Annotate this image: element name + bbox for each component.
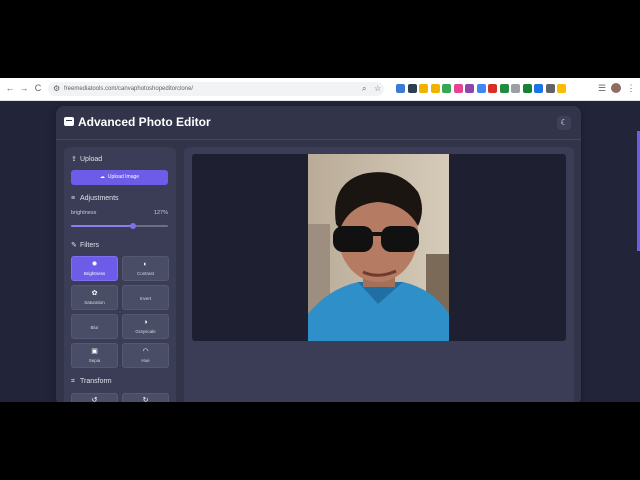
- portrait-photo-image: [308, 154, 449, 341]
- slider-fill: [71, 225, 134, 227]
- extension-icon[interactable]: [419, 84, 428, 93]
- rotate-right-button[interactable]: ↻: [122, 393, 169, 402]
- rotate-left-button[interactable]: ↺: [71, 393, 118, 402]
- filter-label: Sepia: [88, 358, 101, 363]
- video-letterbox-bottom: [0, 402, 640, 480]
- profile-avatar[interactable]: [611, 83, 621, 93]
- edited-photo[interactable]: [308, 154, 449, 341]
- palette-icon: ✿: [91, 290, 98, 297]
- transform-section-title: ⌗ Transform: [71, 378, 112, 385]
- filter-label: Invert: [139, 296, 152, 301]
- sidebar: ⇪ Upload ☁ Upload Image ≡ Adjustments brigh…: [64, 147, 176, 402]
- address-bar[interactable]: ⚙ freemediatools.com/canvaphotoshopedito…: [48, 82, 384, 96]
- upload-image-button[interactable]: ☁ Upload Image: [71, 170, 168, 185]
- halftone-icon: ◑: [143, 319, 148, 326]
- filter-sepia-button[interactable]: ▣ Sepia: [71, 343, 118, 368]
- filter-hue-button[interactable]: ◠ Hue: [122, 343, 169, 368]
- extension-icon[interactable]: [545, 84, 555, 93]
- sun-icon: ✹: [91, 261, 98, 268]
- filters-section-title: ✎ Filters: [71, 242, 100, 249]
- extension-icon[interactable]: [465, 84, 474, 93]
- extension-icon[interactable]: [407, 84, 417, 93]
- reload-icon[interactable]: C: [33, 83, 43, 93]
- extension-icon[interactable]: [511, 84, 520, 93]
- canvas-panel: [184, 147, 574, 402]
- url-text[interactable]: freemediatools.com/canvaphotoshopeditorc…: [64, 84, 193, 94]
- upload-icon: ⇪: [71, 156, 77, 163]
- extension-icon[interactable]: [499, 84, 509, 93]
- adjustment-label: brightness: [71, 210, 97, 216]
- filter-brightness-button[interactable]: ✹ Brightness: [71, 256, 118, 281]
- site-settings-icon[interactable]: ⚙: [53, 84, 60, 94]
- app-title: Advanced Photo Editor: [78, 115, 211, 129]
- extension-icon[interactable]: [557, 84, 566, 93]
- filter-label: Grayscale: [135, 329, 156, 334]
- filter-label: Blur: [90, 325, 99, 330]
- toolbox-icon: [64, 117, 74, 126]
- extension-icon[interactable]: [430, 84, 440, 93]
- gauge-icon: ◠: [142, 348, 149, 355]
- kebab-menu-icon[interactable]: ⋮: [626, 83, 636, 93]
- page-viewport: Advanced Photo Editor ☾ ⇪ Upload ☁ Upload …: [0, 101, 640, 402]
- extension-icon[interactable]: [453, 84, 463, 93]
- filter-label: Hue: [141, 358, 150, 363]
- image-icon: ▣: [91, 348, 98, 355]
- cloud-upload-icon: ☁: [99, 174, 105, 180]
- back-icon[interactable]: ←: [5, 83, 15, 93]
- filter-grayscale-button[interactable]: ◑ Grayscale: [122, 314, 169, 339]
- extension-icon[interactable]: [522, 84, 532, 93]
- video-letterbox-top: [0, 0, 640, 78]
- reading-list-icon[interactable]: ☰: [597, 83, 607, 93]
- filter-blur-button[interactable]: Blur: [71, 314, 118, 339]
- extension-icon[interactable]: [534, 84, 543, 93]
- crop-icon: ⌗: [71, 378, 75, 385]
- contrast-icon: ◐: [143, 261, 148, 268]
- filter-label: Brightness: [83, 271, 106, 276]
- filter-label: Saturation: [84, 300, 105, 305]
- browser-toolbar: ← → C ⚙ freemediatools.com/canvaphotosho…: [0, 78, 640, 101]
- upload-image-label: Upload Image: [107, 174, 140, 180]
- filter-label: Contrast: [136, 271, 154, 276]
- theme-toggle-button[interactable]: ☾: [557, 116, 571, 130]
- bookmark-star-icon[interactable]: ☆: [374, 84, 381, 94]
- adjustments-section-title: ≡ Adjustments: [71, 195, 119, 202]
- adjustment-value: 127%: [153, 210, 168, 216]
- moon-icon: ☾: [560, 118, 568, 127]
- extension-icon[interactable]: [488, 84, 497, 93]
- filter-invert-button[interactable]: Invert: [122, 285, 169, 310]
- filter-contrast-button[interactable]: ◐ Contrast: [122, 256, 169, 281]
- app-header: Advanced Photo Editor ☾: [56, 106, 581, 140]
- extension-icon[interactable]: [476, 84, 486, 93]
- image-canvas[interactable]: [192, 154, 566, 341]
- editor-app: Advanced Photo Editor ☾ ⇪ Upload ☁ Upload …: [56, 106, 581, 402]
- filter-saturation-button[interactable]: ✿ Saturation: [71, 285, 118, 310]
- slider-thumb[interactable]: [130, 223, 137, 229]
- brush-icon: ✎: [71, 242, 77, 249]
- zoom-icon[interactable]: ⌕: [362, 84, 366, 94]
- upload-section-title: ⇪ Upload: [71, 156, 103, 163]
- extension-icon[interactable]: [442, 84, 451, 93]
- extension-icon[interactable]: [396, 84, 405, 93]
- forward-icon[interactable]: →: [19, 83, 29, 93]
- sliders-icon: ≡: [71, 195, 76, 202]
- adjustment-slider[interactable]: [71, 223, 168, 229]
